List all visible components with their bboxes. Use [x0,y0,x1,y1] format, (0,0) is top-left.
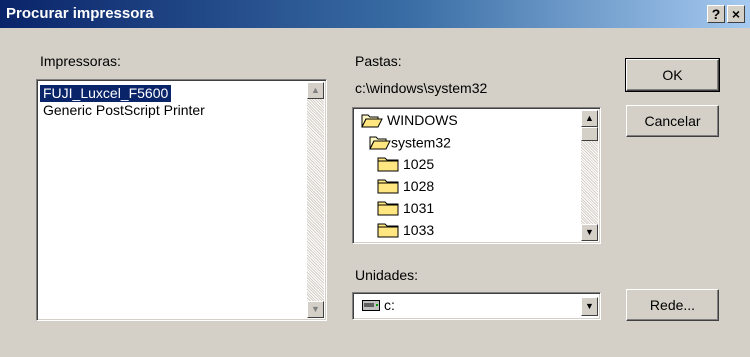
chevron-down-icon: ▼ [585,301,594,311]
drive-value: c: [384,297,395,313]
printers-listbox[interactable]: FUJI_Luxcel_F5600 Generic PostScript Pri… [36,79,327,321]
scroll-down-arrow-icon: ▼ [311,304,320,314]
folder-item-1033[interactable]: 1033 [377,218,434,240]
folder-item-1028[interactable]: 1028 [377,174,434,196]
network-button[interactable]: Rede... [626,289,719,321]
current-path: c:\windows\system32 [355,80,488,96]
cancel-button[interactable]: Cancelar [626,105,719,137]
scroll-up-arrow-icon: ▲ [311,85,320,95]
drive-dropdown-button[interactable]: ▼ [581,297,598,316]
window-title: Procurar impressora [6,5,154,22]
printer-item-generic-postscript[interactable]: Generic PostScript Printer [40,102,208,119]
scroll-up-button[interactable]: ▲ [581,110,598,127]
folder-icon [377,179,399,194]
folder-icon [377,223,399,238]
folder-item-1031[interactable]: 1031 [377,196,434,218]
scroll-down-button[interactable]: ▼ [581,224,598,241]
printers-scrollbar[interactable]: ▲ ▼ [307,82,324,318]
open-folder-icon [369,136,391,150]
folders-listbox[interactable]: WINDOWS system32 1025 1028 1031 1033 ▲ ▼ [352,107,601,244]
scroll-up-button[interactable]: ▲ [307,82,324,99]
folder-icon [377,157,399,172]
drive-icon [362,300,380,311]
folders-scrollbar[interactable]: ▲ ▼ [581,110,598,241]
folder-icon [377,201,399,216]
drive-select[interactable]: c: ▼ [352,292,601,320]
title-bar[interactable]: Procurar impressora ? × [0,0,750,28]
folders-label: Pastas: [355,53,402,69]
ok-button[interactable]: OK [625,58,720,92]
drives-label: Unidades: [355,267,419,283]
scroll-thumb[interactable] [581,127,598,141]
close-button[interactable]: × [727,5,745,23]
open-folder-icon [361,114,383,128]
scroll-down-button[interactable]: ▼ [307,301,324,318]
printers-label: Impressoras: [40,53,121,69]
help-button[interactable]: ? [707,5,725,23]
folder-item-system32[interactable]: system32 [369,130,451,152]
scroll-up-arrow-icon: ▲ [585,113,594,123]
scroll-down-arrow-icon: ▼ [585,227,594,237]
printer-item-fuji[interactable]: FUJI_Luxcel_F5600 [40,85,172,102]
folder-item-windows[interactable]: WINDOWS [361,108,458,130]
folder-item-1025[interactable]: 1025 [377,152,434,174]
